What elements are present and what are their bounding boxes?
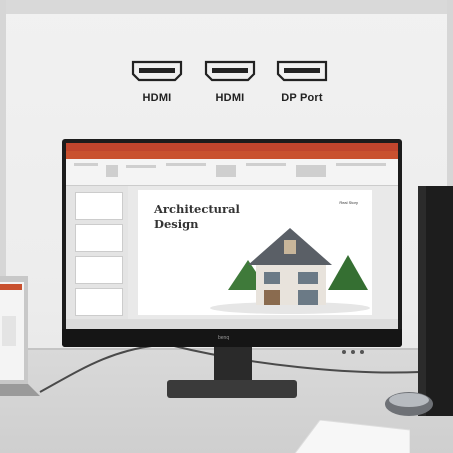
slide-thumbnail[interactable] [75, 192, 123, 220]
slide-thumbnail[interactable] [75, 224, 123, 252]
monitor-stand-base [167, 380, 297, 398]
current-slide: Architectural Design Real Story [138, 190, 372, 315]
app-title-bar [66, 143, 398, 151]
mouse [385, 392, 433, 416]
monitor-buttons[interactable] [342, 341, 382, 354]
paper-sheet [294, 420, 410, 453]
ribbon-tabs [66, 151, 398, 159]
monitor-stand-neck [214, 347, 252, 383]
slide-thumbnail[interactable] [75, 256, 123, 284]
brand-logo: benq [218, 335, 230, 341]
tower-front-panel [426, 186, 453, 416]
monitor-screen: Architectural Design Real Story [66, 143, 398, 329]
status-bar [66, 319, 398, 329]
slide-tag: Real Story [339, 200, 358, 205]
slide-thumbnail-pane [66, 186, 128, 319]
house-image [210, 228, 370, 314]
ribbon-toolbar [66, 159, 398, 186]
laptop [0, 276, 40, 396]
product-scene: HDMI HDMI DP Port Architectural Design R… [0, 0, 453, 453]
slide-thumbnail[interactable] [75, 288, 123, 316]
